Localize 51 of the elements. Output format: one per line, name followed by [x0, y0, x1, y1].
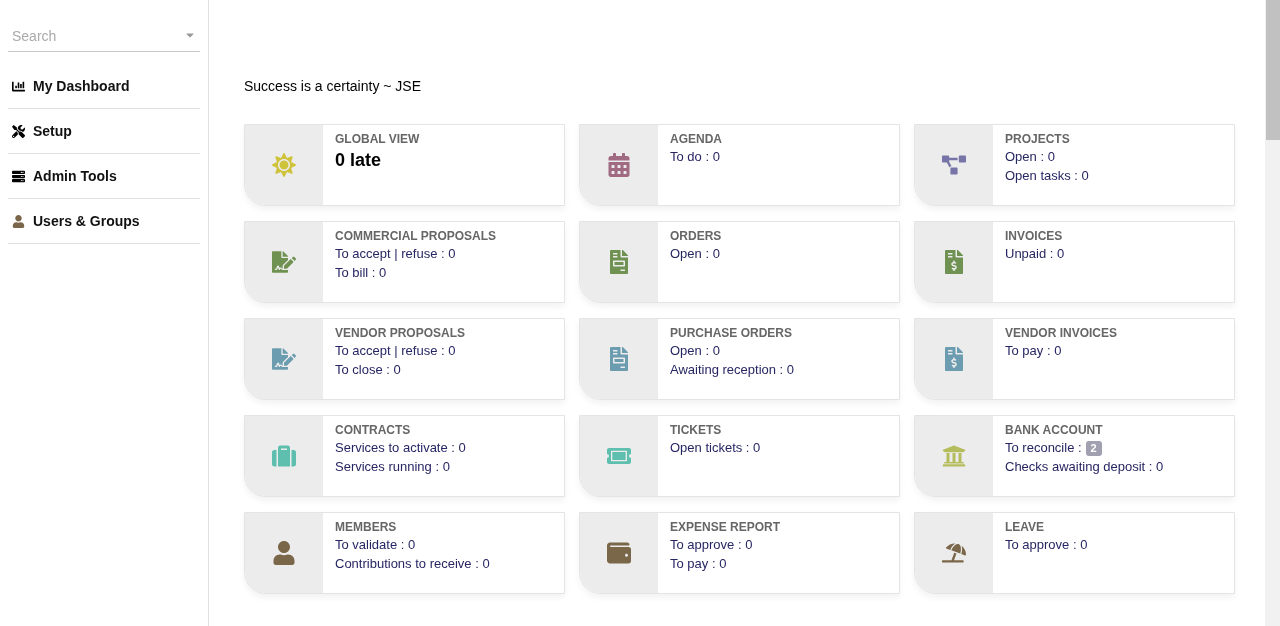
card-stat-link[interactable]: To approve : 0: [1005, 536, 1088, 554]
card-stat-link[interactable]: To pay : 0: [670, 555, 727, 573]
card-stat-link[interactable]: Checks awaiting deposit : 0: [1005, 458, 1164, 476]
card-stat-link[interactable]: To pay : 0: [1005, 342, 1062, 360]
card-stat-link[interactable]: Open : 0: [1005, 148, 1055, 166]
card-stat-link[interactable]: Open : 0: [670, 245, 720, 263]
card-title: VENDOR INVOICES: [1005, 325, 1118, 341]
chart-icon: [12, 79, 25, 93]
card-title: GLOBAL VIEW: [335, 131, 420, 147]
sidebar-item[interactable]: My Dashboard: [33, 75, 130, 97]
card-stat-link[interactable]: To bill : 0: [335, 264, 387, 282]
user-icon: [12, 214, 25, 228]
card-title: VENDOR PROPOSALS: [335, 325, 466, 341]
quote-text: Success is a certainty ~ JSE: [244, 77, 423, 96]
card-stat-link[interactable]: Open tickets : 0: [670, 439, 761, 457]
count-badge: 2: [1085, 440, 1102, 456]
sidebar-item[interactable]: Admin Tools: [33, 165, 117, 187]
card-stat-link[interactable]: Open tasks : 0: [1005, 167, 1089, 185]
card-stat-link[interactable]: To do : 0: [670, 148, 720, 166]
card-title: LEAVE: [1005, 519, 1046, 535]
card-stat-link[interactable]: To accept | refuse : 0: [335, 245, 456, 263]
card-title: COMMERCIAL PROPOSALS: [335, 228, 497, 244]
card-stat-link[interactable]: To approve : 0: [670, 536, 753, 554]
scrollbar-thumb[interactable]: [1266, 0, 1280, 140]
tools-icon: [12, 124, 25, 138]
card-title: PROJECTS: [1005, 131, 1071, 147]
card-stat-link[interactable]: Awaiting reception : 0: [670, 361, 795, 379]
card-title: INVOICES: [1005, 228, 1064, 244]
sidebar-item[interactable]: Users & Groups: [33, 210, 140, 232]
card-stat-link[interactable]: Open : 0: [670, 342, 720, 360]
card-title: TICKETS: [670, 422, 723, 438]
card-stat-link[interactable]: Services running : 0: [335, 458, 450, 476]
card-title: BANK ACCOUNT: [1005, 422, 1104, 438]
search-field[interactable]: Search: [8, 26, 200, 52]
card-title: AGENDA: [670, 131, 722, 147]
card-stat-link[interactable]: To reconcile :: [1005, 439, 1082, 457]
card-title: CONTRACTS: [335, 422, 412, 438]
card-title: EXPENSE REPORT: [670, 519, 781, 535]
card-stat-link[interactable]: Contributions to receive : 0: [335, 555, 490, 573]
card-stat-link[interactable]: To accept | refuse : 0: [335, 342, 456, 360]
card-title: PURCHASE ORDERS: [670, 325, 793, 341]
card-title: ORDERS: [670, 228, 722, 244]
server-icon: [12, 169, 25, 183]
card-stat-link[interactable]: Unpaid : 0: [1005, 245, 1065, 263]
scrollbar[interactable]: [1265, 0, 1280, 626]
card-stat-link[interactable]: To close : 0: [335, 361, 401, 379]
card-headline: 0 late: [335, 149, 383, 172]
card-stat-link[interactable]: Services to activate : 0: [335, 439, 466, 457]
card-stat-link[interactable]: To validate : 0: [335, 536, 416, 554]
card-title: MEMBERS: [335, 519, 398, 535]
sidebar-item[interactable]: Setup: [33, 120, 72, 142]
